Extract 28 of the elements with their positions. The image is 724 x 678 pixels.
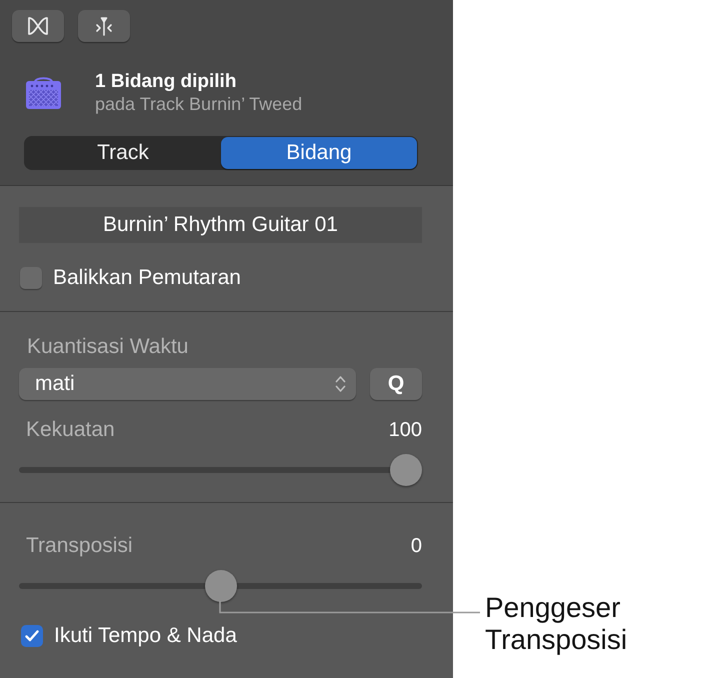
checkbox[interactable] bbox=[21, 625, 43, 647]
quantize-popup[interactable]: mati bbox=[19, 368, 356, 400]
amplifier-icon bbox=[26, 76, 61, 109]
selection-title: 1 Bidang dipilih bbox=[95, 70, 238, 93]
strength-value: 100 bbox=[388, 419, 422, 441]
pin-arrows-icon bbox=[94, 16, 114, 36]
segment-tab[interactable]: Bidang bbox=[221, 137, 417, 169]
transpose-slider[interactable] bbox=[19, 570, 422, 602]
follow-tempo-label: Ikuti Tempo & Nada bbox=[54, 624, 237, 648]
slider-thumb[interactable] bbox=[204, 570, 236, 602]
strength-label: Kekuatan bbox=[26, 419, 115, 441]
checkbox[interactable] bbox=[20, 267, 42, 289]
region-name-field[interactable]: Burnin’ Rhythm Guitar 01 bbox=[19, 207, 422, 243]
transpose-value: 0 bbox=[410, 535, 422, 557]
crossed-curves-icon bbox=[27, 16, 49, 36]
quantize-label: Kuantisasi Waktu bbox=[27, 336, 188, 358]
reverse-playback-label: Balikkan Pemutaran bbox=[53, 266, 241, 290]
segment-tab[interactable]: Track bbox=[25, 137, 221, 169]
chevron-updown-icon bbox=[335, 375, 346, 393]
strength-slider[interactable] bbox=[19, 454, 422, 486]
callout-label: Penggeser Transposisi bbox=[485, 592, 628, 656]
slider-thumb[interactable] bbox=[390, 454, 422, 486]
selection-subtitle: pada Track Burnin’ Tweed bbox=[95, 93, 302, 115]
toolbar-button[interactable] bbox=[12, 10, 64, 42]
transpose-label: Transposisi bbox=[26, 535, 133, 557]
toolbar-button[interactable] bbox=[78, 10, 130, 42]
checkmark-icon bbox=[25, 630, 39, 642]
quantize-button[interactable]: Q bbox=[370, 368, 422, 400]
